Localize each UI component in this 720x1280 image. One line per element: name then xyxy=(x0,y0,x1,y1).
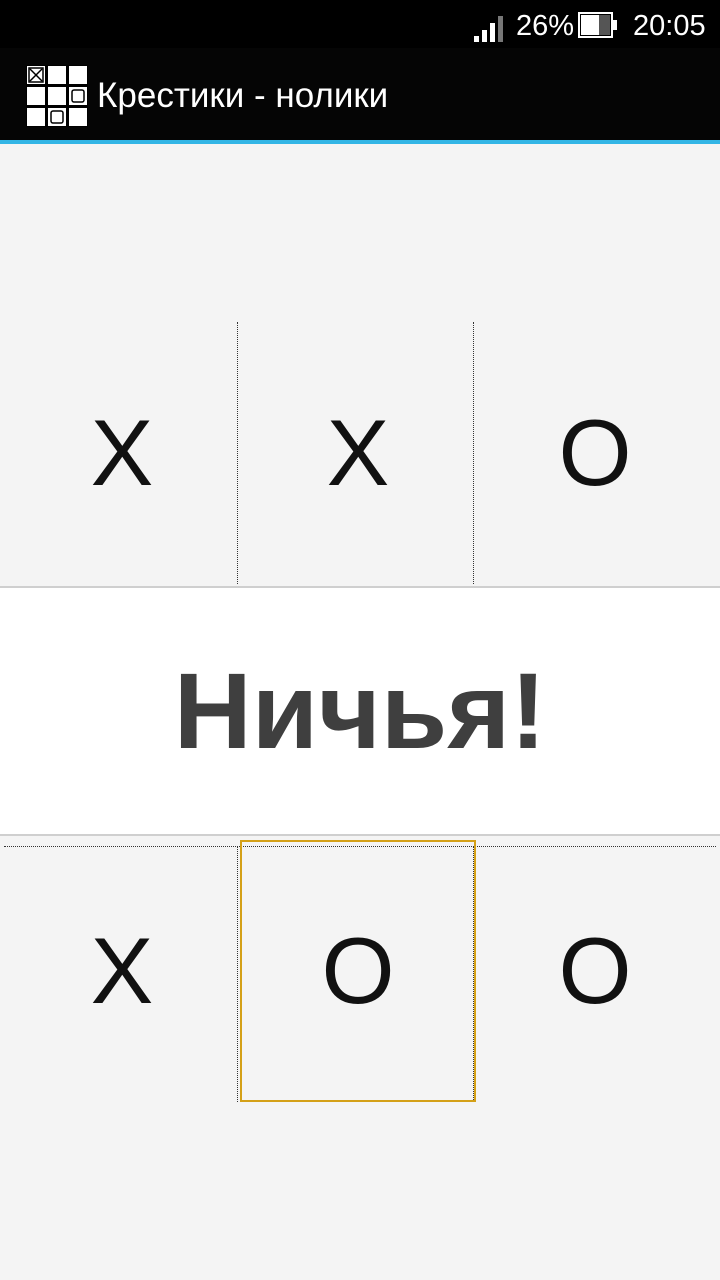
status-bar: 26% 20:05 xyxy=(0,0,720,48)
result-panel: Ничья! xyxy=(0,586,720,836)
signal-icon xyxy=(474,16,503,42)
board-cell-selected[interactable]: O xyxy=(240,840,476,1102)
result-message: Ничья! xyxy=(173,650,547,771)
tic-tac-toe-grid-icon xyxy=(26,65,88,127)
app-title: Крестики - нолики xyxy=(97,76,389,115)
board-cell[interactable]: O xyxy=(477,840,713,1102)
battery-percent: 26% xyxy=(516,10,575,42)
board-cell[interactable]: X xyxy=(240,322,476,584)
board-cell[interactable]: O xyxy=(477,322,713,584)
board-cell[interactable]: X xyxy=(4,322,240,584)
action-bar: Крестики - нолики xyxy=(0,48,720,140)
clock: 20:05 xyxy=(633,10,706,42)
board-cell[interactable]: X xyxy=(4,840,240,1102)
battery-icon xyxy=(578,12,617,38)
